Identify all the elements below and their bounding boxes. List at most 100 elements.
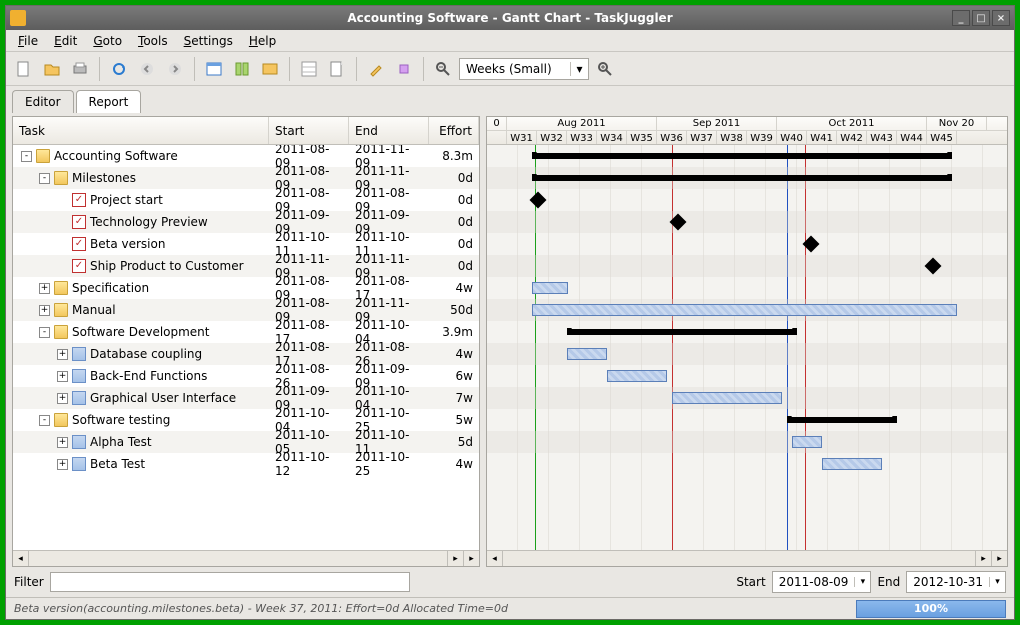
end-date-field[interactable]: 2012-10-31 ▾	[906, 571, 1006, 593]
menu-edit[interactable]: Edit	[48, 32, 83, 50]
gantt-panel: 0Aug 2011Sep 2011Oct 2011Nov 20W31W32W33…	[486, 116, 1008, 567]
clean-icon[interactable]	[364, 57, 388, 81]
tree-expander[interactable]: +	[57, 371, 68, 382]
milestone-icon	[72, 237, 86, 251]
task-bar[interactable]	[792, 436, 822, 448]
summary-bar[interactable]	[532, 175, 952, 181]
refresh-icon[interactable]	[107, 57, 131, 81]
task-effort: 7w	[429, 391, 479, 405]
start-date-field[interactable]: 2011-08-09 ▾	[772, 571, 872, 593]
tree-expander[interactable]: +	[39, 305, 50, 316]
print-icon[interactable]	[68, 57, 92, 81]
task-h-scrollbar[interactable]: ◂ ▸ ▸	[13, 550, 479, 566]
zoom-in-icon[interactable]	[593, 57, 617, 81]
maximize-button[interactable]: □	[972, 10, 990, 26]
tree-expander[interactable]: -	[39, 173, 50, 184]
task-bar[interactable]	[822, 458, 882, 470]
task-name: Specification	[72, 281, 149, 295]
gantt-row	[487, 409, 1007, 431]
task-bar[interactable]	[532, 282, 568, 294]
end-date-label: End	[877, 575, 900, 589]
scroll-right-icon[interactable]: ▸	[975, 551, 991, 566]
window-title: Accounting Software - Gantt Chart - Task…	[347, 11, 672, 25]
task-effort: 4w	[429, 281, 479, 295]
col-header-effort[interactable]: Effort	[429, 117, 479, 144]
filter-bar: Filter Start 2011-08-09 ▾ End 2012-10-31…	[6, 567, 1014, 597]
col-header-task[interactable]: Task	[13, 117, 269, 144]
tab-report[interactable]: Report	[76, 90, 142, 113]
table-row[interactable]: +Beta Test2011-10-122011-10-254w	[13, 453, 479, 475]
milestone-icon	[72, 215, 86, 229]
tree-expander[interactable]: +	[57, 459, 68, 470]
task-name: Beta version	[90, 237, 165, 251]
filter-input[interactable]	[50, 572, 410, 592]
tree-expander[interactable]: -	[21, 151, 32, 162]
tree-expander[interactable]: -	[39, 327, 50, 338]
zoom-level-combo[interactable]: Weeks (Small) ▾	[459, 58, 589, 80]
tree-expander[interactable]: +	[57, 349, 68, 360]
grid-icon[interactable]	[297, 57, 321, 81]
close-button[interactable]: ×	[992, 10, 1010, 26]
task-effort: 50d	[429, 303, 479, 317]
note-icon[interactable]	[325, 57, 349, 81]
minimize-button[interactable]: _	[952, 10, 970, 26]
col-header-start[interactable]: Start	[269, 117, 349, 144]
tree-expander[interactable]: +	[57, 393, 68, 404]
task-name: Alpha Test	[90, 435, 152, 449]
forward-icon[interactable]	[163, 57, 187, 81]
menu-help[interactable]: Help	[243, 32, 282, 50]
menu-goto[interactable]: Goto	[87, 32, 128, 50]
gantt-row	[487, 343, 1007, 365]
scroll-right-icon[interactable]: ▸	[447, 551, 463, 566]
tab-editor[interactable]: Editor	[12, 90, 74, 113]
chevron-down-icon[interactable]: ▾	[854, 577, 870, 587]
folder-icon	[54, 325, 68, 339]
back-icon[interactable]	[135, 57, 159, 81]
task-name: Software testing	[72, 413, 170, 427]
view3-icon[interactable]	[258, 57, 282, 81]
zoom-level-value: Weeks (Small)	[460, 62, 570, 76]
scroll-left-icon[interactable]: ◂	[487, 551, 503, 566]
tree-expander[interactable]: +	[57, 437, 68, 448]
view1-icon[interactable]	[202, 57, 226, 81]
task-bar[interactable]	[607, 370, 667, 382]
gantt-time-header: 0Aug 2011Sep 2011Oct 2011Nov 20W31W32W33…	[487, 117, 1007, 145]
menu-tools[interactable]: Tools	[132, 32, 174, 50]
gantt-chart-area[interactable]	[487, 145, 1007, 550]
scroll-right2-icon[interactable]: ▸	[463, 551, 479, 566]
task-icon	[72, 435, 86, 449]
start-date-label: Start	[736, 575, 765, 589]
task-effort: 8.3m	[429, 149, 479, 163]
col-header-end[interactable]: End	[349, 117, 429, 144]
open-file-icon[interactable]	[40, 57, 64, 81]
build-icon[interactable]	[392, 57, 416, 81]
summary-bar[interactable]	[787, 417, 897, 423]
menu-file[interactable]: File	[12, 32, 44, 50]
gantt-h-scrollbar[interactable]: ◂ ▸ ▸	[487, 550, 1007, 566]
task-effort: 6w	[429, 369, 479, 383]
tree-expander[interactable]: +	[39, 283, 50, 294]
task-icon	[72, 391, 86, 405]
zoom-out-icon[interactable]	[431, 57, 455, 81]
scroll-right2-icon[interactable]: ▸	[991, 551, 1007, 566]
gantt-row	[487, 189, 1007, 211]
task-name: Database coupling	[90, 347, 202, 361]
folder-icon	[54, 171, 68, 185]
summary-bar[interactable]	[567, 329, 797, 335]
filter-label: Filter	[14, 575, 44, 589]
task-bar[interactable]	[532, 304, 957, 316]
summary-bar[interactable]	[532, 153, 952, 159]
progress-indicator: 100%	[856, 600, 1006, 618]
task-name: Software Development	[72, 325, 210, 339]
scroll-left-icon[interactable]: ◂	[13, 551, 29, 566]
chevron-down-icon[interactable]: ▾	[989, 577, 1005, 587]
task-bar[interactable]	[567, 348, 607, 360]
task-bar[interactable]	[672, 392, 782, 404]
menu-settings[interactable]: Settings	[178, 32, 239, 50]
view2-icon[interactable]	[230, 57, 254, 81]
folder-icon	[54, 303, 68, 317]
new-file-icon[interactable]	[12, 57, 36, 81]
task-start: 2011-10-12	[269, 450, 349, 478]
tree-expander[interactable]: -	[39, 415, 50, 426]
chevron-down-icon[interactable]: ▾	[570, 62, 588, 76]
